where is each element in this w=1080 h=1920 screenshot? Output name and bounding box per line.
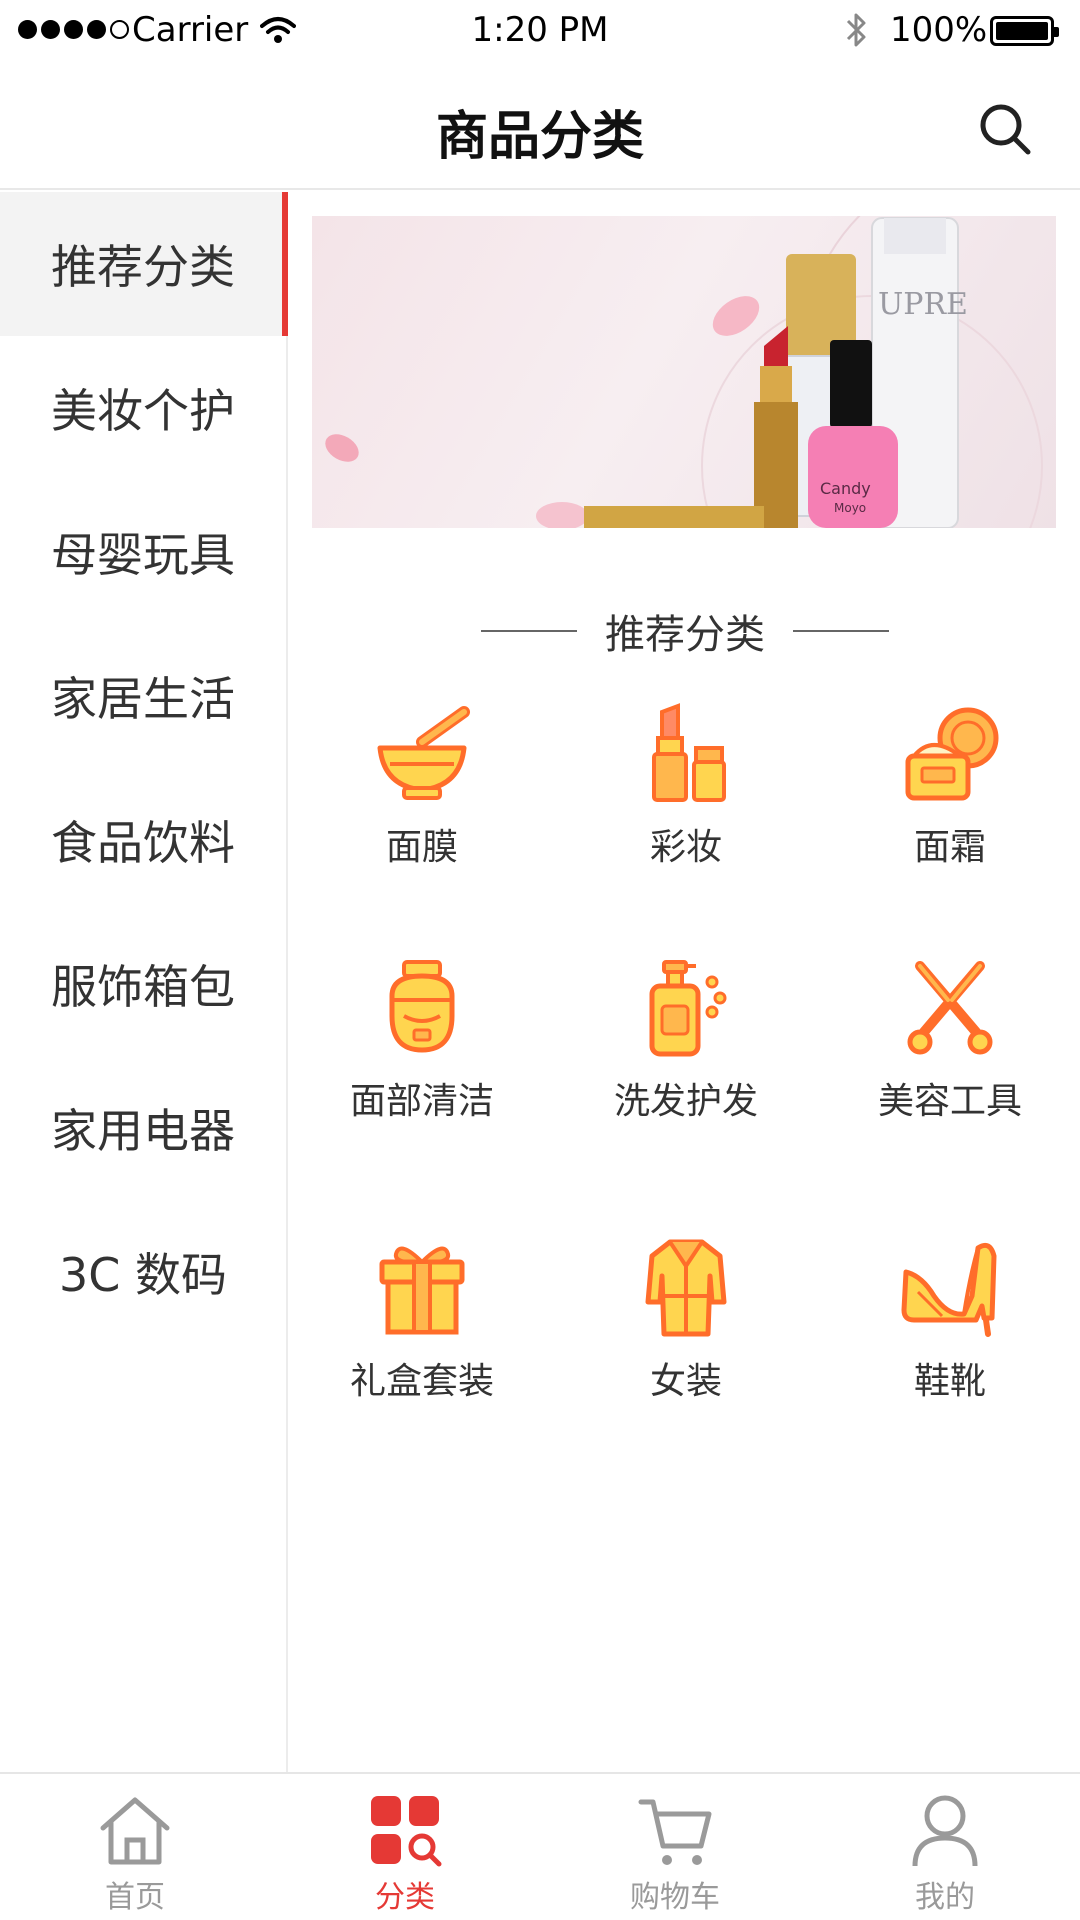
category-beauty-tools[interactable]: 美容工具 (818, 956, 1080, 1176)
sidebar-item-3c-digital[interactable]: 3C 数码 (0, 1200, 286, 1344)
battery-percent: 100% (890, 10, 988, 50)
promo-banner[interactable]: UPRE Candy Moyo (312, 216, 1056, 528)
divider-left (481, 630, 577, 632)
lipstick-icon (652, 703, 726, 802)
gift-box-icon (379, 1246, 465, 1335)
category-makeup[interactable]: 彩妆 (554, 702, 818, 922)
cosmetics-banner-image: UPRE Candy Moyo (325, 216, 1043, 528)
category-icon (371, 1796, 442, 1867)
high-heel-icon (901, 1242, 997, 1337)
status-bar: Carrier 1:20 PM 100% (0, 0, 1080, 64)
category-shoes[interactable]: 鞋靴 (818, 1236, 1080, 1456)
sidebar-item-beauty[interactable]: 美妆个护 (0, 336, 286, 480)
tab-profile[interactable]: 我的 (810, 1774, 1080, 1920)
tab-home[interactable]: 首页 (0, 1774, 270, 1920)
category-content: UPRE Candy Moyo 推荐分类 面膜 彩妆 面霜 面部清洁 洗发护发 … (290, 192, 1080, 1772)
bottom-tab-bar: 首页 分类 购物车 我的 (0, 1772, 1080, 1920)
mortar-bowl-icon (377, 706, 470, 800)
sidebar-item-food-drink[interactable]: 食品饮料 (0, 768, 286, 912)
category-gift-sets[interactable]: 礼盒套装 (290, 1236, 554, 1456)
home-icon (100, 1797, 170, 1865)
section-header: 推荐分类 (290, 602, 1080, 660)
svg-text:Moyo: Moyo (834, 501, 866, 515)
category-hair-care[interactable]: 洗发护发 (554, 956, 818, 1176)
sidebar-item-home-living[interactable]: 家居生活 (0, 624, 286, 768)
category-womens-clothing[interactable]: 女装 (554, 1236, 818, 1456)
svg-text:Candy: Candy (820, 479, 871, 498)
bluetooth-icon (846, 13, 866, 47)
category-face-cleansing[interactable]: 面部清洁 (290, 956, 554, 1176)
category-face-cream[interactable]: 面霜 (818, 702, 1080, 922)
category-sidebar: 推荐分类 美妆个护 母婴玩具 家居生活 食品饮料 服饰箱包 家用电器 3C 数码 (0, 192, 288, 1772)
sidebar-item-recommended[interactable]: 推荐分类 (0, 192, 288, 336)
section-title-text: 推荐分类 (605, 612, 765, 658)
tab-cart[interactable]: 购物车 (540, 1774, 810, 1920)
svg-text:UPRE: UPRE (878, 287, 968, 322)
sidebar-item-appliances[interactable]: 家用电器 (0, 1056, 286, 1200)
category-face-mask[interactable]: 面膜 (290, 702, 554, 922)
battery-icon (990, 16, 1059, 46)
page-title: 商品分类 (435, 107, 644, 167)
scissors-icon (907, 961, 993, 1055)
cart-icon (638, 1799, 712, 1865)
shampoo-bottle-icon (649, 960, 727, 1057)
tab-category[interactable]: 分类 (270, 1774, 540, 1920)
face-cleanser-icon (389, 960, 455, 1053)
sidebar-item-baby-toys[interactable]: 母婴玩具 (0, 480, 286, 624)
sidebar-item-apparel-bags[interactable]: 服饰箱包 (0, 912, 286, 1056)
coat-icon (645, 1239, 727, 1337)
divider-right (793, 630, 889, 632)
cream-jar-icon (905, 707, 999, 801)
nav-bar: 商品分类 (0, 64, 1080, 190)
search-icon[interactable] (976, 100, 1036, 160)
user-icon (912, 1795, 978, 1867)
